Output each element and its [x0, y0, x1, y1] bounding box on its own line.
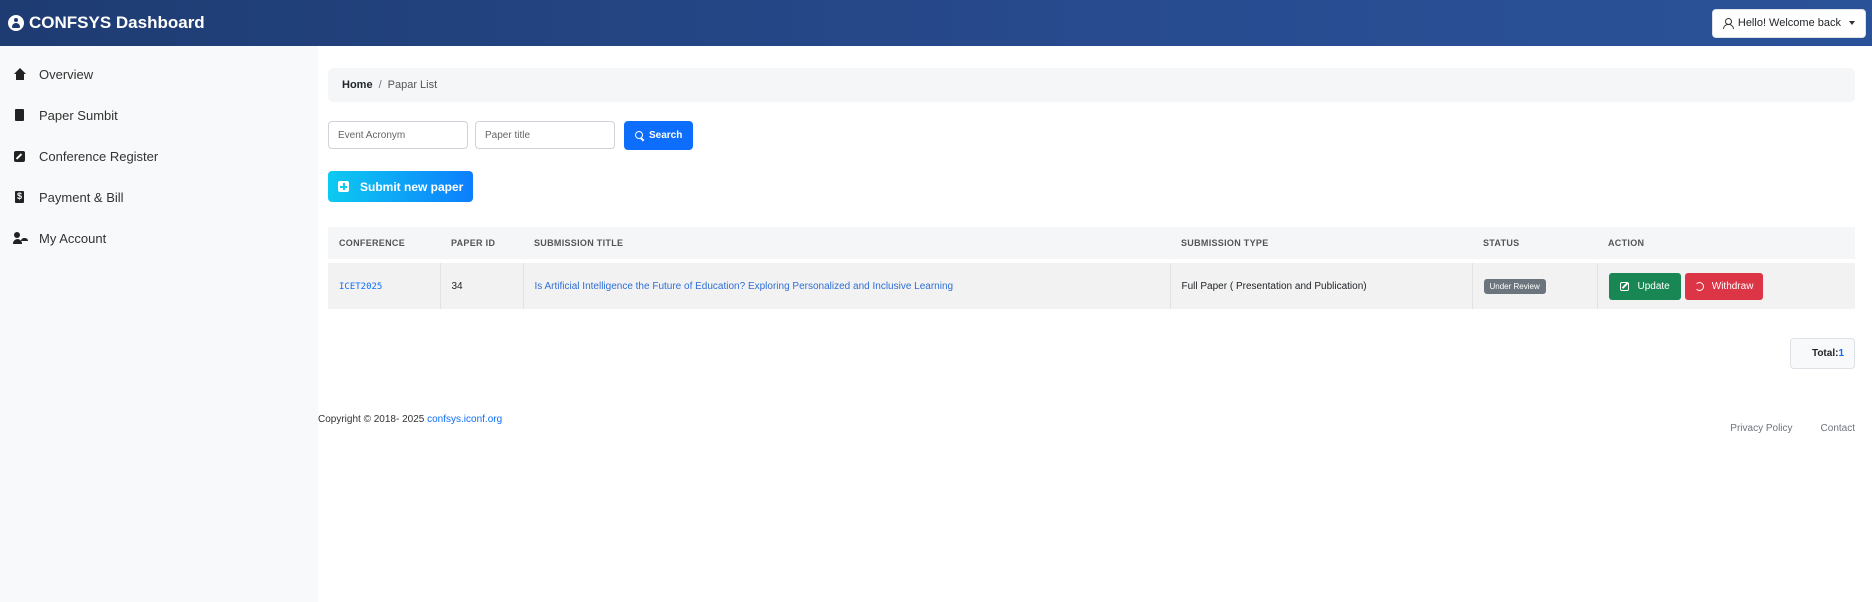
submit-new-paper-button[interactable]: Submit new paper [328, 171, 474, 202]
sidebar-item-overview[interactable]: Overview [0, 54, 318, 95]
total-count: Total: 1 [1790, 338, 1855, 369]
user-circle-icon [8, 15, 24, 31]
footer-site-link[interactable]: confsys.iconf.org [427, 414, 502, 425]
privacy-policy-link[interactable]: Privacy Policy [1730, 423, 1792, 434]
search-icon [635, 131, 644, 140]
sidebar: Overview Paper Sumbit Conference Registe… [0, 46, 318, 602]
search-filters: Search [328, 121, 694, 150]
column-header: SUBMISSION TITLE [523, 227, 1170, 261]
sidebar-item-label: Overview [39, 67, 94, 82]
column-header: PAPER ID [440, 227, 523, 261]
caret-down-icon [1849, 21, 1855, 25]
conference-link[interactable]: ICET2025 [339, 282, 382, 292]
user-menu-label: Hello! Welcome back [1737, 17, 1841, 29]
column-header: STATUS [1472, 227, 1597, 261]
brand-title: CONFSYS Dashboard [29, 13, 205, 32]
sidebar-item-payment-bill[interactable]: Payment & Bill [0, 177, 318, 218]
user-menu-button[interactable]: Hello! Welcome back [1711, 8, 1866, 38]
column-header: ACTION [1597, 227, 1855, 261]
undo-icon [1694, 281, 1704, 291]
paper-id-cell: 34 [440, 259, 524, 309]
breadcrumb-separator: / [378, 79, 382, 91]
paper-title-input[interactable] [475, 121, 615, 149]
conference-cell: ICET2025 [328, 259, 441, 309]
total-value: 1 [1838, 348, 1844, 359]
sidebar-item-my-account[interactable]: My Account [0, 218, 318, 259]
brand[interactable]: CONFSYS Dashboard [8, 13, 205, 33]
plus-square-icon [338, 181, 349, 192]
search-button[interactable]: Search [624, 121, 694, 150]
copyright: Copyright © 2018- 2025 confsys.iconf.org [318, 414, 502, 425]
title-cell: Is Artificial Intelligence the Future of… [523, 259, 1171, 309]
event-acronym-input[interactable] [328, 121, 468, 149]
copyright-text: Copyright © 2018- 2025 [318, 414, 428, 425]
edit-icon [13, 150, 29, 164]
status-cell: Under Review [1472, 259, 1598, 309]
edit-icon [1619, 281, 1629, 291]
breadcrumb-home[interactable]: Home [342, 79, 373, 91]
sidebar-item-paper-submit[interactable]: Paper Sumbit [0, 95, 318, 136]
sidebar-item-label: Conference Register [39, 149, 159, 164]
submission-title-link[interactable]: Is Artificial Intelligence the Future of… [535, 281, 954, 292]
breadcrumb-current: Papar List [387, 79, 438, 91]
submission-type-cell: Full Paper ( Presentation and Publicatio… [1170, 259, 1473, 309]
sidebar-item-conference-register[interactable]: Conference Register [0, 136, 318, 177]
update-button-label: Update [1637, 280, 1670, 292]
invoice-icon [13, 190, 29, 205]
update-button[interactable]: Update [1608, 272, 1681, 300]
sidebar-item-label: Paper Sumbit [39, 108, 118, 123]
home-icon [13, 67, 29, 82]
table-row: ICET2025 34 Is Artificial Intelligence t… [328, 259, 1855, 309]
submit-button-label: Submit new paper [360, 179, 464, 194]
sidebar-item-label: Payment & Bill [39, 190, 124, 205]
column-header: SUBMISSION TYPE [1170, 227, 1472, 261]
sidebar-item-label: My Account [39, 231, 107, 246]
top-navbar: CONFSYS Dashboard Hello! Welcome back [0, 0, 1872, 46]
status-badge: Under Review [1483, 278, 1546, 294]
column-header: CONFERENCE [328, 227, 440, 261]
table-header-row: CONFERENCE PAPER ID SUBMISSION TITLE SUB… [328, 227, 1855, 261]
withdraw-button-label: Withdraw [1711, 280, 1754, 292]
user-icon [1722, 18, 1734, 29]
withdraw-button[interactable]: Withdraw [1684, 272, 1764, 300]
total-label: Total: [1811, 348, 1839, 359]
file-icon [13, 108, 29, 123]
main-content: Home / Papar List Search Submit new pape… [318, 46, 1872, 602]
papers-table: CONFERENCE PAPER ID SUBMISSION TITLE SUB… [328, 227, 1855, 309]
search-button-label: Search [649, 130, 683, 141]
breadcrumb: Home / Papar List [328, 68, 1855, 102]
footer-links: Privacy Policy Contact [1730, 423, 1855, 434]
user-gear-icon [13, 231, 29, 246]
contact-link[interactable]: Contact [1821, 423, 1855, 434]
action-cell: Update Withdraw [1597, 259, 1855, 309]
